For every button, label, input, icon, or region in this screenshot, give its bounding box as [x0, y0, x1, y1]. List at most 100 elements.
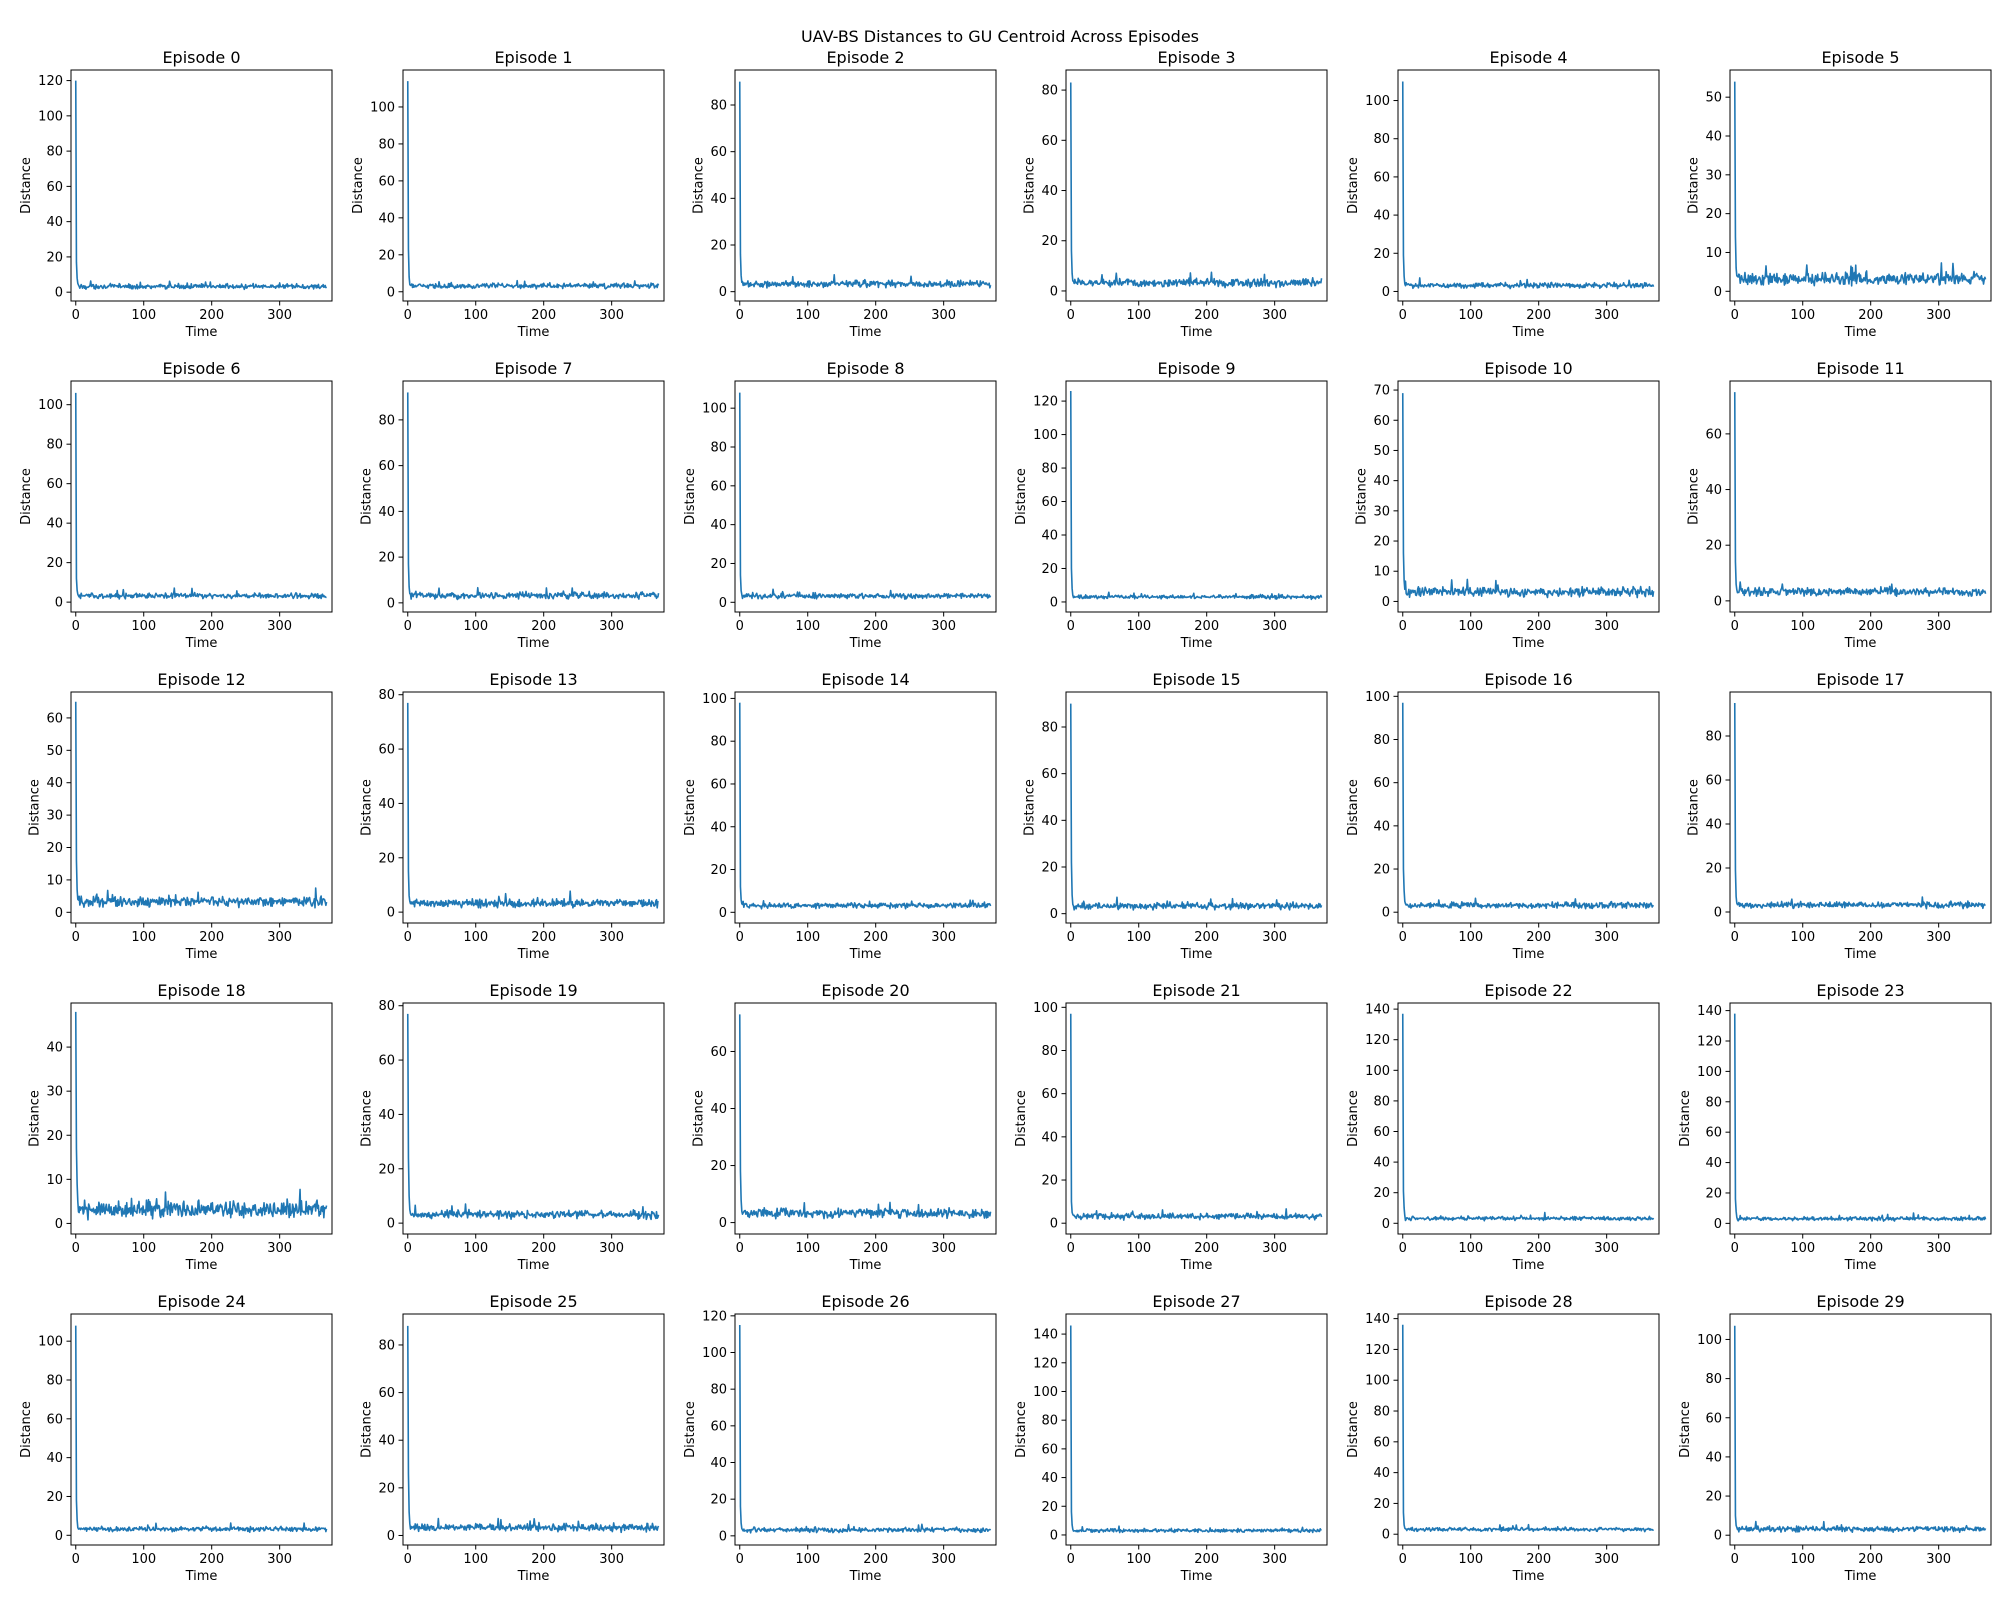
y-tick-label: 100: [1365, 690, 1390, 705]
subplot-title: Episode 7: [494, 359, 572, 378]
series-line: [1069, 703, 1323, 911]
y-axis-label: Distance: [359, 468, 374, 525]
y-tick-label: 60: [710, 1419, 727, 1434]
y-tick-label: 40: [710, 1456, 727, 1471]
y-axis-label: Distance: [1014, 1090, 1029, 1147]
y-tick-label: 20: [710, 863, 727, 878]
y-tick-label: 70: [1373, 384, 1390, 399]
y-tick-label: 0: [387, 906, 395, 921]
y-axis-label: Distance: [1678, 1401, 1693, 1458]
y-tick-label: 20: [378, 1162, 395, 1177]
subplot-episode-29: 0 100 200 300 0 20 40 60 80 100 Episode 29 Time Dist…: [1678, 1292, 1992, 1584]
y-tick-label: 40: [378, 1108, 395, 1123]
subplot-title: Episode 11: [1816, 359, 1904, 378]
axes-frame: [402, 1002, 665, 1235]
series-line: [738, 1014, 992, 1220]
series-line: [74, 1011, 328, 1221]
y-tick-label: 60: [378, 174, 395, 189]
y-tick-label: 20: [710, 1159, 727, 1174]
subplot-title: Episode 1: [494, 48, 572, 67]
series-line: [74, 1325, 328, 1534]
x-tick-label: 100: [131, 308, 156, 323]
y-tick-label: 0: [1714, 1529, 1722, 1544]
y-tick-label: 10: [46, 873, 63, 888]
y-tick-label: 80: [710, 441, 727, 456]
y-axis-label: Distance: [19, 1401, 34, 1458]
series-line: [406, 1013, 660, 1221]
subplot-episode-12: 0 100 200 300 0 10 20 30 40 50 60 Episode 12 Time Dis…: [27, 670, 333, 962]
y-axis-label: Distance: [19, 157, 34, 214]
x-tick-label: 100: [795, 930, 820, 945]
subplot-episode-21: 0 100 200 300 0 20 40 60 80 100 Episode 21 Time Dist…: [1014, 981, 1328, 1273]
series-line: [406, 81, 660, 290]
y-tick-label: 140: [1033, 1328, 1058, 1343]
x-tick-label: 0: [72, 1552, 80, 1567]
y-tick-label: 80: [1705, 1095, 1722, 1110]
x-axis-label: Time: [849, 1258, 882, 1273]
y-tick-label: 80: [1041, 721, 1058, 736]
y-tick-label: 20: [378, 851, 395, 866]
y-tick-label: 0: [1050, 284, 1058, 299]
x-tick-label: 300: [1926, 930, 1951, 945]
axes-frame: [1065, 1002, 1328, 1235]
subplot-episode-0: 0 100 200 300 0 20 40 60 80 100 120 Episode 0 Time Di…: [19, 48, 333, 340]
y-axis-label: Distance: [1022, 779, 1037, 836]
y-tick-label: 20: [1041, 562, 1058, 577]
series-line: [1069, 1325, 1322, 1534]
y-tick-label: 60: [378, 743, 395, 758]
x-tick-label: 300: [1926, 619, 1951, 634]
y-tick-label: 0: [1714, 1217, 1722, 1232]
series-line: [1733, 1325, 1987, 1534]
x-tick-label: 0: [1067, 619, 1075, 634]
x-tick-label: 100: [1458, 930, 1483, 945]
x-tick-label: 200: [863, 930, 888, 945]
x-tick-label: 100: [1126, 1241, 1151, 1256]
y-tick-label: 40: [710, 192, 727, 207]
series-line: [406, 1325, 660, 1534]
subplot-title: Episode 28: [1484, 1292, 1572, 1311]
subplot-title: Episode 15: [1152, 670, 1240, 689]
y-tick-label: 80: [46, 1374, 63, 1389]
y-tick-label: 0: [719, 596, 727, 611]
x-tick-label: 300: [1262, 1552, 1287, 1567]
y-axis-label: Distance: [691, 1090, 706, 1147]
series-line: [1401, 1013, 1655, 1222]
x-tick-label: 300: [1594, 1241, 1619, 1256]
x-axis-label: Time: [517, 325, 550, 340]
series-line: [74, 392, 327, 600]
y-axis-label: Distance: [691, 157, 706, 214]
x-tick-label: 200: [863, 619, 888, 634]
y-tick-label: 40: [1705, 1156, 1722, 1171]
y-tick-label: 120: [1033, 1356, 1058, 1371]
x-axis-label: Time: [1180, 325, 1213, 340]
x-tick-label: 300: [599, 619, 624, 634]
x-tick-label: 100: [463, 930, 488, 945]
x-axis-label: Time: [1844, 1569, 1877, 1584]
y-tick-label: 40: [46, 1041, 63, 1056]
x-tick-label: 100: [131, 619, 156, 634]
y-axis-label: Distance: [1686, 468, 1701, 525]
x-tick-label: 0: [404, 1552, 412, 1567]
x-tick-label: 200: [1526, 619, 1551, 634]
y-tick-label: 140: [1365, 1003, 1390, 1018]
x-tick-label: 200: [1858, 1552, 1883, 1567]
x-tick-label: 100: [1458, 1552, 1483, 1567]
x-tick-label: 100: [795, 1241, 820, 1256]
x-tick-label: 300: [1262, 930, 1287, 945]
x-tick-label: 100: [1126, 1552, 1151, 1567]
y-tick-label: 120: [38, 74, 63, 89]
x-tick-label: 300: [1926, 308, 1951, 323]
x-axis-label: Time: [1512, 1258, 1545, 1273]
y-tick-label: 20: [1705, 539, 1722, 554]
subplot-title: Episode 22: [1484, 981, 1572, 1000]
x-tick-label: 0: [1399, 1552, 1407, 1567]
y-tick-label: 120: [1365, 1343, 1390, 1358]
x-tick-label: 0: [1067, 1552, 1075, 1567]
subplot-title: Episode 24: [157, 1292, 245, 1311]
x-tick-label: 100: [1126, 619, 1151, 634]
subplot-episode-5: 0 100 200 300 0 10 20 30 40 50 Episode 5 Time Distan…: [1686, 48, 1992, 340]
x-tick-label: 0: [1731, 1241, 1739, 1256]
x-tick-label: 0: [1731, 619, 1739, 634]
y-tick-label: 10: [1373, 565, 1390, 580]
y-tick-label: 140: [1365, 1312, 1390, 1327]
